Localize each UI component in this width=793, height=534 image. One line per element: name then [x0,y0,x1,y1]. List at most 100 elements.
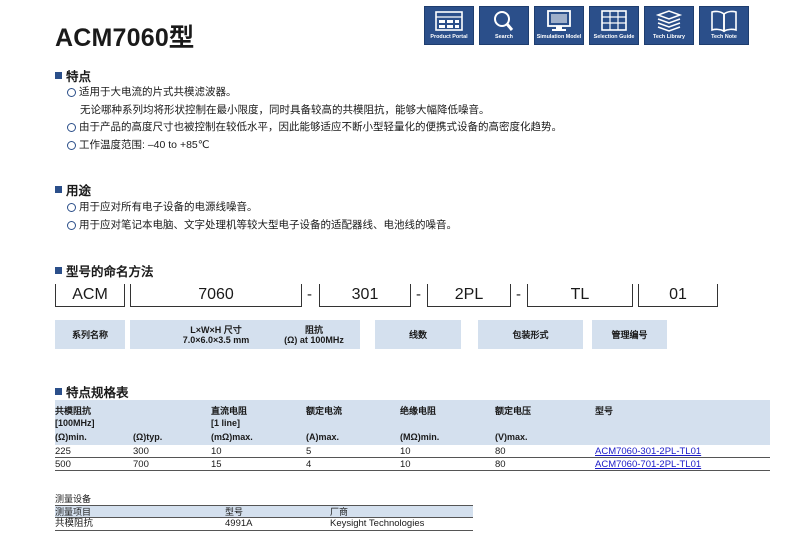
table-row: 共模阻抗 4991A Keysight Technologies [55,518,473,531]
part-number-link[interactable]: ACM7060-701-2PL-TL01 [595,459,701,470]
col-maker: 厂商 [330,507,349,517]
naming-heading: 型号的命名方法 [55,261,154,280]
col-rated-current-unit: (A)max. [306,432,340,442]
heading-marker-icon [55,186,62,193]
title-suffix: 型 [168,23,195,52]
spec-heading: 特点规格表 [55,382,129,401]
label-text: 系列名称 [71,329,108,340]
nav-label: Tech Note [711,34,737,40]
bullet-circle-icon [67,220,76,230]
cell-current: 5 [306,446,312,457]
nav-label: Search [495,34,513,40]
features-list: 适用于大电流的片式共模滤波器。 无论哪种系列均将形状控制在最小限度，同时具备较高… [67,84,562,154]
list-item-text: 用于应对笔记本电脑、文字处理机等较大型电子设备的适配器线、电池线的噪音。 [79,218,457,231]
col-impedance-freq: [100MHz] [55,418,95,428]
list-item: 适用于大电流的片式共模滤波器。 [67,84,562,102]
spec-heading-text: 特点规格表 [66,386,129,400]
product-portal-icon [435,11,463,31]
monitor-icon [547,10,571,31]
spec-table: 共模阻抗 [100MHz] (Ω)min. (Ω)typ. 直流电阻 [1 li… [55,400,770,471]
label-lines: 线数 [375,320,461,349]
applications-list: 用于应对所有电子设备的电源线噪音。 用于应对笔记本电脑、文字处理机等较大型电子设… [67,199,457,234]
part-separator: - [307,286,312,303]
col-rated-voltage: 额定电压 [495,406,532,416]
list-item: 无论哪种系列均将形状控制在最小限度，同时具备较高的共模阻抗，能够大幅降低噪音。 [67,102,562,120]
label-text: 阻抗 [304,324,323,335]
list-item-text: 工作温度范围: –40 to +85℃ [79,138,210,151]
heading-marker-icon [55,72,62,79]
list-item-text: 适用于大电流的片式共模滤波器。 [79,86,237,98]
applications-heading-text: 用途 [66,184,92,198]
cell-voltage: 80 [495,459,506,470]
label-subtext: (Ω) at 100MHz [284,334,344,345]
col-impedance-min: (Ω)min. [55,432,87,442]
col-insulation: 绝缘电阻 [400,406,437,416]
col-rated-voltage-unit: (V)max. [495,432,528,442]
books-icon [655,10,683,32]
measurement-header: 测量项目 型号 厂商 [55,505,473,518]
list-item-text: 用于应对所有电子设备的电源线噪音。 [79,201,258,213]
search-button[interactable]: Search [479,6,529,45]
nav-label: Simulation Model [536,34,582,40]
nav-toolbar: Product Portal Search Simulation Model S… [424,6,749,45]
label-subtext: 7.0×6.0×3.5 mm [182,334,250,345]
nav-label: Product Portal [430,34,468,40]
tech-library-button[interactable]: Tech Library [644,6,694,45]
cell-typ: 300 [133,446,149,457]
label-text: 管理编号 [611,329,648,340]
list-item: 用于应对笔记本电脑、文字处理机等较大型电子设备的适配器线、电池线的噪音。 [67,217,457,235]
cell-item: 共模阻抗 [55,518,94,529]
col-impedance: 共模阻抗 [55,406,92,416]
bullet-circle-icon [67,203,76,213]
cell-insulation: 10 [400,446,411,457]
part-segment-size: 7060 [130,284,302,307]
label-management: 管理编号 [592,320,667,349]
bullet-circle-icon [67,140,76,150]
title-model: ACM7060 [55,24,169,52]
col-model: 型号 [225,507,244,517]
col-dcr-note: [1 line] [211,418,241,428]
col-dcr: 直流电阻 [211,406,248,416]
part-segment-management: 01 [638,284,718,307]
label-impedance: 阻抗 (Ω) at 100MHz [268,320,360,349]
heading-marker-icon [55,388,62,395]
part-segment-impedance: 301 [319,284,411,307]
cell-dcr: 15 [211,459,222,470]
cell-maker: Keysight Technologies [330,518,425,529]
list-item: 用于应对所有电子设备的电源线噪音。 [67,199,457,217]
list-item-text: 由于产品的高度尺寸也被控制在较低水平，因此能够适应不断小型轻量化的便携式设备的高… [79,121,562,133]
applications-heading: 用途 [55,180,91,199]
cell-insulation: 10 [400,459,411,470]
col-dcr-unit: (mΩ)max. [211,432,253,442]
spec-table-header: 共模阻抗 [100MHz] (Ω)min. (Ω)typ. 直流电阻 [1 li… [55,400,770,445]
cell-voltage: 80 [495,446,506,457]
label-text: L×W×H 尺寸 [190,324,242,335]
open-book-icon [711,10,737,33]
product-portal-button[interactable]: Product Portal [424,6,474,45]
col-rated-current: 额定电流 [306,406,343,416]
part-segment-series: ACM [55,284,125,307]
heading-marker-icon [55,267,62,274]
nav-label: Tech Library [653,34,685,40]
label-text: 包装形式 [512,329,549,340]
label-text: 线数 [408,329,427,340]
naming-heading-text: 型号的命名方法 [66,265,154,279]
part-number-link[interactable]: ACM7060-301-2PL-TL01 [595,446,701,457]
col-insulation-unit: (MΩ)min. [400,432,440,442]
simulation-model-button[interactable]: Simulation Model [534,6,584,45]
list-item: 工作温度范围: –40 to +85℃ [67,137,562,155]
label-series-name: 系列名称 [55,320,125,349]
table-row: 225 300 10 5 10 80 ACM7060-301-2PL-TL01 [55,445,770,458]
table-row: 500 700 15 4 10 80 ACM7060-701-2PL-TL01 [55,458,770,471]
bullet-circle-icon [67,123,76,133]
cell-dcr: 10 [211,446,222,457]
col-impedance-typ: (Ω)typ. [133,432,163,442]
nav-label: Selection Guide [593,34,635,40]
selection-guide-button[interactable]: Selection Guide [589,6,639,45]
col-item: 测量项目 [55,507,92,517]
cell-min: 500 [55,459,71,470]
bullet-circle-icon [67,88,76,98]
part-segment-packaging: TL [527,284,633,307]
measurement-table: 测量项目 型号 厂商 共模阻抗 4991A Keysight Technolog… [55,505,473,531]
tech-note-button[interactable]: Tech Note [699,6,749,45]
